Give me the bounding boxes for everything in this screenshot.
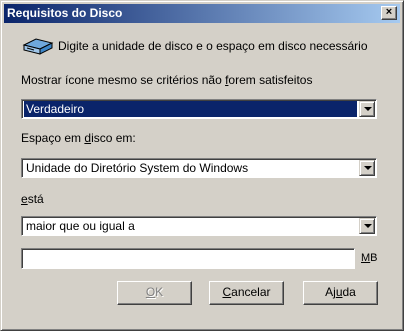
dialog-window: Requisitos do Disco × Digite a unidade d… [0,0,404,331]
size-unit-label: MB [361,252,378,264]
ok-button[interactable]: OK [117,281,192,305]
chevron-down-icon[interactable] [359,218,375,234]
close-icon: × [385,6,393,18]
show-icon-combobox[interactable]: Verdadeiro [21,99,377,119]
disk-drive-icon [22,38,54,55]
help-button[interactable]: Ajuda [303,281,378,305]
title-bar[interactable]: Requisitos do Disco × [4,4,400,23]
disk-space-value: Unidade do Diretório System do Windows [26,161,249,175]
size-input[interactable] [21,248,355,269]
window-title: Requisitos do Disco [7,6,123,20]
comparison-combobox[interactable]: maior que ou igual a [21,216,377,236]
disk-space-combobox[interactable]: Unidade do Diretório System do Windows [21,158,377,178]
disk-space-label: Espaço em disco em: [21,131,136,145]
close-button[interactable]: × [381,6,397,20]
chevron-down-icon[interactable] [359,101,375,117]
comparison-label: está [21,192,44,206]
instruction-text: Digite a unidade de disco e o espaço em … [58,39,368,53]
chevron-down-icon[interactable] [359,160,375,176]
cancel-button[interactable]: Cancelar [209,281,284,305]
show-icon-label: Mostrar ícone mesmo se critérios não for… [21,73,313,87]
show-icon-value: Verdadeiro [24,101,357,117]
comparison-value: maior que ou igual a [26,219,135,233]
